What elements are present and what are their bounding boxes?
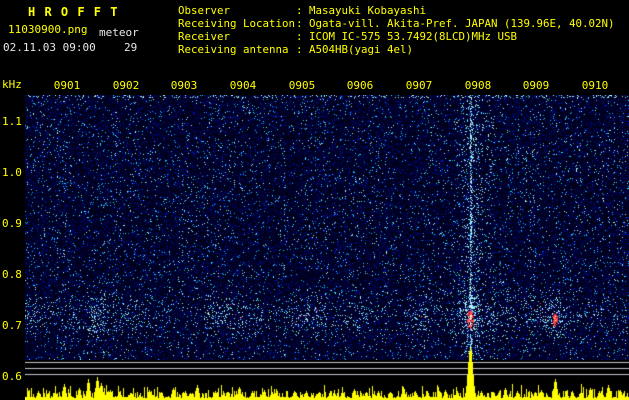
power-plot-canvas (25, 345, 629, 400)
info-row-location: Receiving Location: Ogata-vill. Akita-Pr… (178, 17, 615, 30)
info-value-observer: : Masayuki Kobayashi (296, 4, 427, 17)
filename-label: 11030900.png (8, 23, 88, 36)
time-tick-0905: 0905 (288, 79, 316, 92)
info-value-receiver: : ICOM IC-575 53.7492(8LCD)MHz USB (296, 30, 518, 43)
spectrogram-canvas (25, 95, 629, 360)
info-value-location: : Ogata-vill. Akita-Pref. JAPAN (139.96E… (296, 17, 615, 30)
echo-count: 29 (124, 41, 138, 54)
freq-unit-label: kHz (2, 78, 22, 91)
datetime-label: 02.11.03 09:00 (3, 41, 96, 54)
freq-tick-1-1: 1.1 (2, 115, 22, 128)
info-row-observer: Observer : Masayuki Kobayashi (178, 4, 615, 17)
freq-tick-0-9: 0.9 (2, 217, 22, 230)
time-tick-0906: 0906 (346, 79, 374, 92)
info-row-antenna: Receiving antenna : A504HB(yagi 4el) (178, 43, 615, 56)
time-tick-0908: 0908 (464, 79, 492, 92)
freq-tick-0-6: 0.6 (2, 370, 22, 383)
freq-tick-1-0: 1.0 (2, 166, 22, 179)
freq-tick-0-7: 0.7 (2, 319, 22, 332)
time-tick-0907: 0907 (405, 79, 433, 92)
info-label-location: Receiving Location (178, 17, 296, 30)
hrofft-window: H R O F F T 11030900.png meteor 02.11.03… (0, 0, 629, 400)
info-label-observer: Observer (178, 4, 231, 17)
time-tick-0902: 0902 (112, 79, 140, 92)
station-info: Observer : Masayuki Kobayashi Receiving L… (178, 4, 615, 56)
time-tick-0909: 0909 (522, 79, 550, 92)
time-tick-0903: 0903 (170, 79, 198, 92)
time-tick-0910: 0910 (581, 79, 609, 92)
app-title: H R O F F T (28, 5, 119, 19)
time-tick-0901: 0901 (53, 79, 81, 92)
time-tick-0904: 0904 (229, 79, 257, 92)
mode-label: meteor (99, 26, 139, 39)
info-value-antenna: : A504HB(yagi 4el) (296, 43, 414, 56)
info-label-antenna: Receiving antenna (178, 43, 289, 56)
info-row-receiver: Receiver : ICOM IC-575 53.7492(8LCD)MHz U… (178, 30, 615, 43)
freq-tick-0-8: 0.8 (2, 268, 22, 281)
info-label-receiver: Receiver (178, 30, 231, 43)
